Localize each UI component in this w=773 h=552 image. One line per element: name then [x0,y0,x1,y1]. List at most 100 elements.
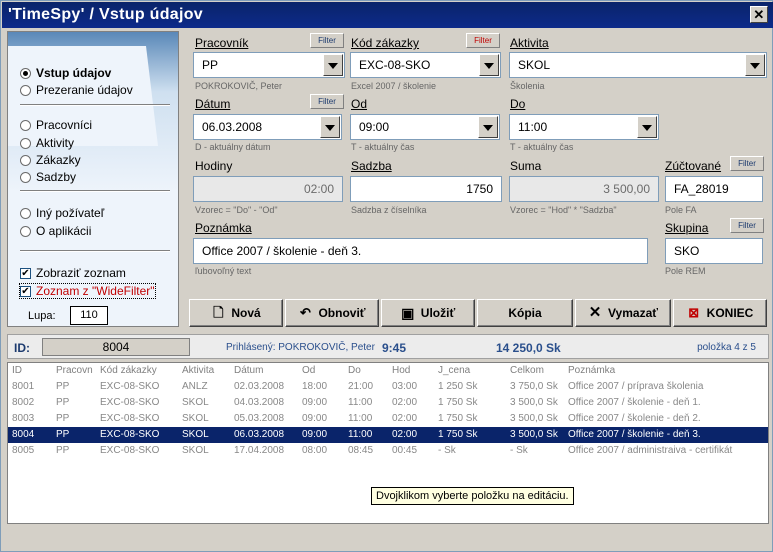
radio-pracovnici[interactable]: Pracovníci [20,118,92,132]
application-window: 'TimeSpy' / Vstup údajov ✕ Vstup údajov … [0,0,773,552]
table-cell: 03:00 [392,381,418,392]
chevron-down-icon[interactable] [320,116,340,138]
poznamka-input[interactable]: Office 2007 / školenie - deň 3. [193,238,648,264]
table-row[interactable]: 8005 PP EXC-08-SKO SKOL 17.04.2008 08:00 08:45… [8,443,768,459]
table-row-selected[interactable]: 8004 PP EXC-08-SKO SKOL 06.03.2008 09:00 11:00… [8,427,768,443]
close-button[interactable]: ✕ [750,6,768,23]
table-cell: Office 2007 / školenie - deň 1. [568,397,701,408]
do-hint: T - aktuálny čas [510,142,574,152]
table-cell: 09:00 [302,413,328,424]
table-cell: EXC-08-SKO [100,429,160,440]
radio-indicator [20,119,31,131]
table-cell: 3 500,0 Sk [510,397,558,408]
table-cell: 08:00 [302,445,328,456]
sadzba-label: Sadzba [351,159,392,173]
radio-vstup-udajov[interactable]: Vstup údajov [20,66,111,80]
koniec-button[interactable]: ⊠ KONIEC [673,299,767,327]
obnovit-button[interactable]: ↶ Obnoviť [285,299,379,327]
od-hint: T - aktuálny čas [351,142,415,152]
window-title: 'TimeSpy' / Vstup údajov [8,6,203,23]
datum-hint: D - aktuálny dátum [195,142,271,152]
checkmark-icon: ✔ [20,285,31,297]
filter-button-datum[interactable]: Filter [310,94,344,109]
time-display: 9:45 [382,341,407,355]
record-position: položka 4 z 5 [697,342,756,353]
radio-iny-pouzivatel[interactable]: Iný požívateľ [20,206,104,220]
new-document-icon: 🗋 [213,305,224,320]
table-cell: 3 500,0 Sk [510,429,558,440]
table-cell: PP [56,381,70,392]
checkbox-zobrazit-zoznam[interactable]: ✔ Zobraziť zoznam [20,266,126,280]
datum-label: Dátum [195,97,231,111]
skupina-input[interactable]: SKO [665,238,763,264]
radio-aktivity[interactable]: Aktivity [20,136,74,150]
table-cell: Office 2007 / školenie - deň 2. [568,413,701,424]
table-cell: 02:00 [392,413,418,424]
aktivita-hint: Školenia [510,81,545,91]
table-cell: PP [56,429,70,440]
table-cell: EXC-08-SKO [100,381,160,392]
table-header: ID Pracovn Kód zákazky Aktivita Dátum Od Do Hod… [8,363,768,379]
table-cell: 8002 [12,397,35,408]
radio-indicator [20,84,31,96]
skupina-hint: Pole REM [665,266,706,276]
table-cell: 8001 [12,381,35,392]
id-value: 8004 [42,338,190,356]
table-cell: 8004 [12,429,35,440]
poznamka-label: Poznámka [195,221,252,235]
divider [20,250,170,252]
chevron-down-icon[interactable] [637,116,657,138]
total-sum: 14 250,0 Sk [496,341,561,355]
filter-button-kod[interactable]: Filter [466,33,500,48]
pracovnik-select[interactable]: PP [193,52,345,78]
zuctovane-input[interactable]: FA_28019 [665,176,763,202]
table-cell: PP [56,397,70,408]
table-cell: 11:00 [348,429,373,440]
sadzba-input[interactable]: 1750 [350,176,502,202]
table-cell: Poznámka [568,365,616,376]
filter-button-zuctovane[interactable]: Filter [730,156,764,171]
chevron-down-icon[interactable] [323,54,343,76]
hodiny-label: Hodiny [195,159,233,173]
kod-select[interactable]: EXC-08-SKO [350,52,501,78]
hodiny-hint: Vzorec = "Do" - "Od" [195,205,278,215]
radio-zakazky[interactable]: Zákazky [20,153,81,167]
radio-indicator [20,225,31,237]
vymazat-button[interactable]: ✕ Vymazať [575,299,671,327]
ulozit-button[interactable]: ▣ Uložiť [381,299,475,327]
undo-icon: ↶ [300,305,311,320]
do-select[interactable]: 11:00 [509,114,659,140]
filter-button-skupina[interactable]: Filter [730,218,764,233]
pracovnik-hint: POKROKOVIČ, Peter [195,81,283,91]
table-cell: 04.03.2008 [234,397,285,408]
status-bar: ID: 8004 Prihlásený: POKROKOVIČ, Peter 9… [7,334,769,359]
table-row[interactable]: 8003 PP EXC-08-SKO SKOL 05.03.2008 09:00 11:00… [8,411,768,427]
table-cell: J_cena [438,365,471,376]
id-label: ID: [14,341,30,355]
checkbox-widefilter[interactable]: ✔ Zoznam z "WideFilter" [19,283,156,299]
table-row[interactable]: 8002 PP EXC-08-SKO SKOL 04.03.2008 09:00 11:00… [8,395,768,411]
exit-icon: ⊠ [688,305,700,320]
table-cell: Kód zákazky [100,365,157,376]
filter-button-pracovnik[interactable]: Filter [310,33,344,48]
radio-indicator [20,207,31,219]
kopia-button[interactable]: Kópia [477,299,573,327]
table-cell: 02.03.2008 [234,381,285,392]
zoom-input[interactable]: 110 [70,306,108,325]
chevron-down-icon[interactable] [479,54,499,76]
radio-indicator [20,67,31,79]
nova-button[interactable]: 🗋 Nová [189,299,283,327]
datum-select[interactable]: 06.03.2008 [193,114,342,140]
radio-o-aplikacii[interactable]: O aplikácii [20,224,91,238]
table-cell: Pracovn [56,365,93,376]
radio-prezeranie-udajov[interactable]: Prezeranie údajov [20,83,133,97]
divider [20,104,170,106]
table-cell: Office 2007 / príprava školenia [568,381,704,392]
chevron-down-icon[interactable] [745,54,765,76]
sidebar: Vstup údajov Prezeranie údajov Pracovníc… [7,31,179,327]
chevron-down-icon[interactable] [478,116,498,138]
radio-sadzby[interactable]: Sadzby [20,170,76,184]
od-select[interactable]: 09:00 [350,114,500,140]
aktivita-select[interactable]: SKOL [509,52,767,78]
table-row[interactable]: 8001 PP EXC-08-SKO ANLZ 02.03.2008 18:00 21:00… [8,379,768,395]
